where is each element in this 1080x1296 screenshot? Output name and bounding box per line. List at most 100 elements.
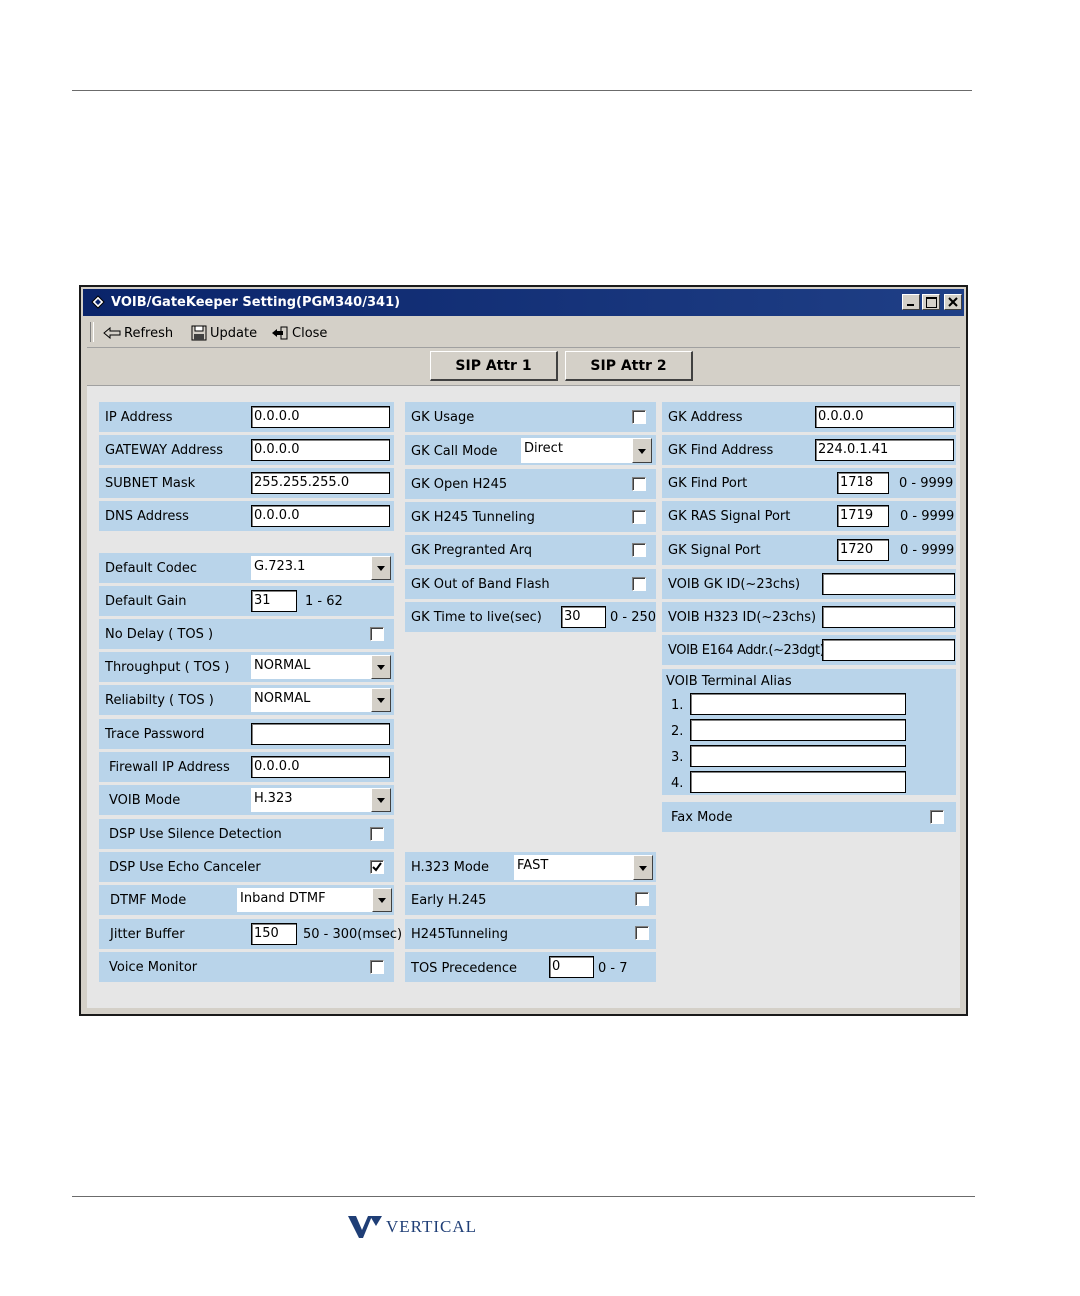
voib-mode-value: H.323 (254, 791, 293, 806)
toolbar-grip[interactable] (90, 322, 94, 342)
fax-mode-row: Fax Mode (662, 802, 956, 832)
gk-call-mode-select[interactable]: Direct (521, 438, 652, 463)
chevron-down-icon[interactable] (371, 655, 391, 679)
subnet-mask-row: SUBNET Mask 255.255.255.0 (99, 468, 394, 498)
tab-sip-attr-1[interactable]: SIP Attr 1 (430, 351, 558, 381)
gateway-address-label: GATEWAY Address (105, 443, 223, 458)
chevron-down-icon[interactable] (371, 788, 391, 812)
refresh-label: Refresh (124, 325, 174, 341)
footer-rule (72, 1196, 975, 1197)
alias-4-number: 4. (671, 776, 684, 791)
voib-e164-row: VOIB E164 Addr.(~23dgt) (662, 635, 956, 665)
gk-out-of-band-flash-row: GK Out of Band Flash (405, 569, 656, 599)
trace-password-field[interactable] (251, 723, 390, 745)
fax-mode-checkbox[interactable] (930, 810, 944, 824)
dsp-echo-checkbox[interactable] (370, 860, 384, 874)
voib-e164-label: VOIB E164 Addr.(~23dgt) (668, 643, 825, 658)
reliability-row: Reliabilty ( TOS ) NORMAL (99, 685, 394, 715)
dns-address-field[interactable]: 0.0.0.0 (251, 505, 390, 527)
close-button[interactable] (944, 294, 962, 310)
reliability-select[interactable]: NORMAL (251, 688, 391, 712)
chevron-down-icon[interactable] (372, 888, 392, 912)
close-icon (948, 297, 958, 307)
gk-usage-row: GK Usage (405, 402, 656, 432)
gk-find-address-label: GK Find Address (668, 443, 774, 458)
voib-gk-id-field[interactable] (822, 573, 955, 595)
default-codec-select[interactable]: G.723.1 (251, 556, 391, 580)
throughput-value: NORMAL (254, 658, 311, 673)
default-codec-label: Default Codec (105, 561, 198, 576)
title-bar[interactable]: VOIB/GateKeeper Setting(PGM340/341) (83, 289, 964, 316)
chevron-down-icon[interactable] (371, 556, 391, 580)
gk-open-h245-checkbox[interactable] (632, 477, 646, 491)
h245-tunneling-checkbox[interactable] (635, 926, 649, 940)
close-toolbar-button[interactable]: Close (271, 323, 327, 343)
gk-usage-checkbox[interactable] (632, 410, 646, 424)
gk-find-address-field[interactable]: 224.0.1.41 (815, 439, 954, 461)
gk-pregranted-arq-checkbox[interactable] (632, 543, 646, 557)
gk-ras-signal-port-field[interactable]: 1719 (837, 505, 889, 527)
tos-precedence-field[interactable]: 0 (549, 956, 594, 978)
gk-h245-tunneling-checkbox[interactable] (632, 510, 646, 524)
gk-find-port-range: 0 - 9999 (899, 476, 954, 491)
alias-3-field[interactable] (690, 745, 906, 767)
throughput-select[interactable]: NORMAL (251, 655, 391, 679)
alias-4-field[interactable] (690, 771, 906, 793)
jitter-buffer-row: Jitter Buffer 150 50 - 300(msec) (99, 919, 402, 949)
gk-out-of-band-flash-checkbox[interactable] (632, 577, 646, 591)
alias-2-field[interactable] (690, 719, 906, 741)
gk-time-to-live-field[interactable]: 30 (561, 606, 606, 628)
update-button[interactable]: Update (191, 323, 257, 343)
gk-time-to-live-row: GK Time to live(sec) 30 0 - 250 (405, 602, 656, 632)
vertical-logo: VERTICAL (348, 1215, 477, 1239)
gk-address-field[interactable]: 0.0.0.0 (815, 406, 954, 428)
alias-3-number: 3. (671, 750, 684, 765)
voice-monitor-row: Voice Monitor (99, 952, 394, 982)
chevron-down-icon[interactable] (632, 438, 652, 463)
subnet-mask-field[interactable]: 255.255.255.0 (251, 472, 390, 494)
default-gain-field[interactable]: 31 (251, 590, 297, 612)
early-h245-checkbox[interactable] (635, 892, 649, 906)
jitter-buffer-field[interactable]: 150 (251, 923, 297, 945)
dns-address-label: DNS Address (105, 509, 189, 524)
jitter-buffer-label: Jitter Buffer (110, 927, 185, 942)
h245-tunneling-row: H245Tunneling (405, 919, 656, 949)
trace-password-row: Trace Password (99, 719, 394, 749)
dns-address-row: DNS Address 0.0.0.0 (99, 501, 394, 531)
no-delay-checkbox[interactable] (370, 627, 384, 641)
h323-mode-select[interactable]: FAST (514, 855, 653, 880)
gk-find-port-field[interactable]: 1718 (837, 472, 889, 494)
gk-h245-tunneling-label: GK H245 Tunneling (411, 510, 535, 525)
voib-e164-field[interactable] (822, 639, 955, 661)
voib-gatekeeper-window: VOIB/GateKeeper Setting(PGM340/341) Refr… (79, 285, 968, 1016)
dtmf-mode-select[interactable]: Inband DTMF (237, 888, 392, 912)
gk-address-label: GK Address (668, 410, 743, 425)
ip-address-field[interactable]: 0.0.0.0 (251, 406, 390, 428)
no-delay-row: No Delay ( TOS ) (99, 619, 394, 649)
refresh-button[interactable]: Refresh (103, 323, 173, 343)
vertical-v-logo-icon (348, 1216, 382, 1238)
alias-1-field[interactable] (690, 693, 906, 715)
voice-monitor-checkbox[interactable] (370, 960, 384, 974)
gk-ras-signal-port-row: GK RAS Signal Port 1719 0 - 9999 (662, 501, 956, 531)
chevron-down-icon[interactable] (633, 855, 653, 880)
gk-h245-tunneling-row: GK H245 Tunneling (405, 502, 656, 532)
tos-precedence-label: TOS Precedence (411, 961, 518, 976)
gateway-address-field[interactable]: 0.0.0.0 (251, 439, 390, 461)
app-diamond-icon (91, 295, 105, 309)
header-rule (72, 90, 972, 91)
firewall-ip-field[interactable]: 0.0.0.0 (251, 756, 390, 778)
minimize-icon (907, 304, 914, 306)
maximize-button[interactable] (922, 294, 940, 310)
dsp-silence-checkbox[interactable] (370, 827, 384, 841)
h323-mode-value: FAST (517, 858, 549, 873)
gk-signal-port-field[interactable]: 1720 (837, 539, 889, 561)
voib-mode-select[interactable]: H.323 (251, 788, 391, 812)
minimize-button[interactable] (902, 294, 920, 310)
tab-sip-attr-2[interactable]: SIP Attr 2 (565, 351, 693, 381)
voib-h323-id-field[interactable] (822, 606, 955, 628)
refresh-arrow-icon (103, 327, 121, 339)
gk-find-address-row: GK Find Address 224.0.1.41 (662, 435, 956, 465)
fax-mode-label: Fax Mode (671, 810, 733, 825)
chevron-down-icon[interactable] (371, 688, 391, 712)
